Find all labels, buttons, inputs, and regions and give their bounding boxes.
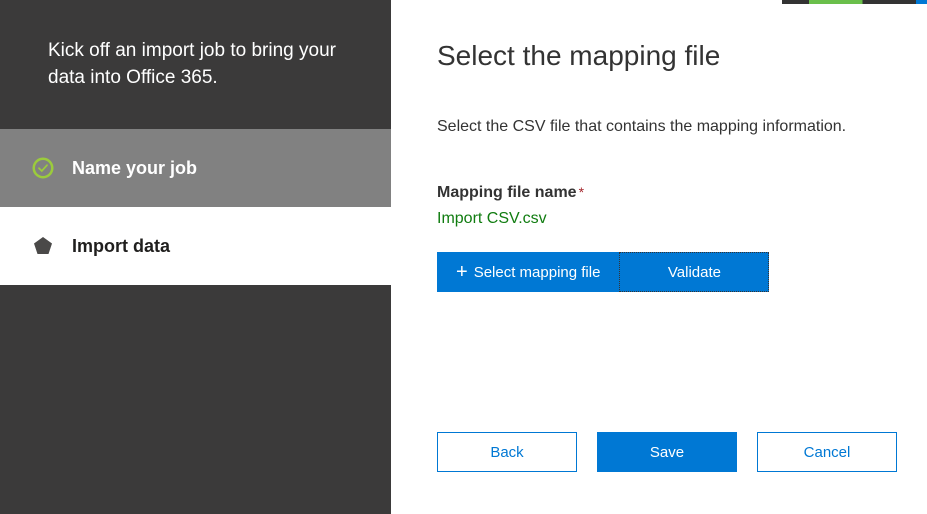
page-title: Select the mapping file bbox=[437, 40, 881, 72]
checkmark-circle-icon bbox=[32, 157, 54, 179]
footer-button-row: Back Save Cancel bbox=[437, 432, 897, 472]
top-color-strip bbox=[782, 0, 927, 4]
sidebar-step-import-data[interactable]: Import data bbox=[0, 207, 391, 285]
instruction-text: Select the CSV file that contains the ma… bbox=[437, 118, 881, 136]
select-mapping-file-button[interactable]: + Select mapping file bbox=[437, 252, 619, 292]
back-button[interactable]: Back bbox=[437, 432, 577, 472]
validate-button[interactable]: Validate bbox=[619, 252, 769, 292]
save-button[interactable]: Save bbox=[597, 432, 737, 472]
sidebar-intro-text: Kick off an import job to bring your dat… bbox=[0, 0, 391, 129]
required-indicator: * bbox=[579, 184, 584, 200]
sidebar-step-label: Name your job bbox=[72, 158, 197, 179]
pentagon-icon bbox=[32, 235, 54, 257]
selected-file-name: Import CSV.csv bbox=[437, 210, 881, 228]
mapping-file-field: Mapping file name* bbox=[437, 184, 881, 202]
cancel-button[interactable]: Cancel bbox=[757, 432, 897, 472]
main-panel: Select the mapping file Select the CSV f… bbox=[391, 0, 927, 514]
wizard-sidebar: Kick off an import job to bring your dat… bbox=[0, 0, 391, 514]
sidebar-step-label: Import data bbox=[72, 236, 170, 257]
field-label: Mapping file name bbox=[437, 184, 577, 201]
validate-button-label: Validate bbox=[668, 264, 721, 281]
plus-icon: + bbox=[456, 262, 468, 282]
sidebar-step-name-job[interactable]: Name your job bbox=[0, 129, 391, 207]
file-action-row: + Select mapping file Validate bbox=[437, 252, 881, 292]
sidebar-fill bbox=[0, 285, 391, 514]
select-mapping-file-label: Select mapping file bbox=[474, 264, 601, 281]
